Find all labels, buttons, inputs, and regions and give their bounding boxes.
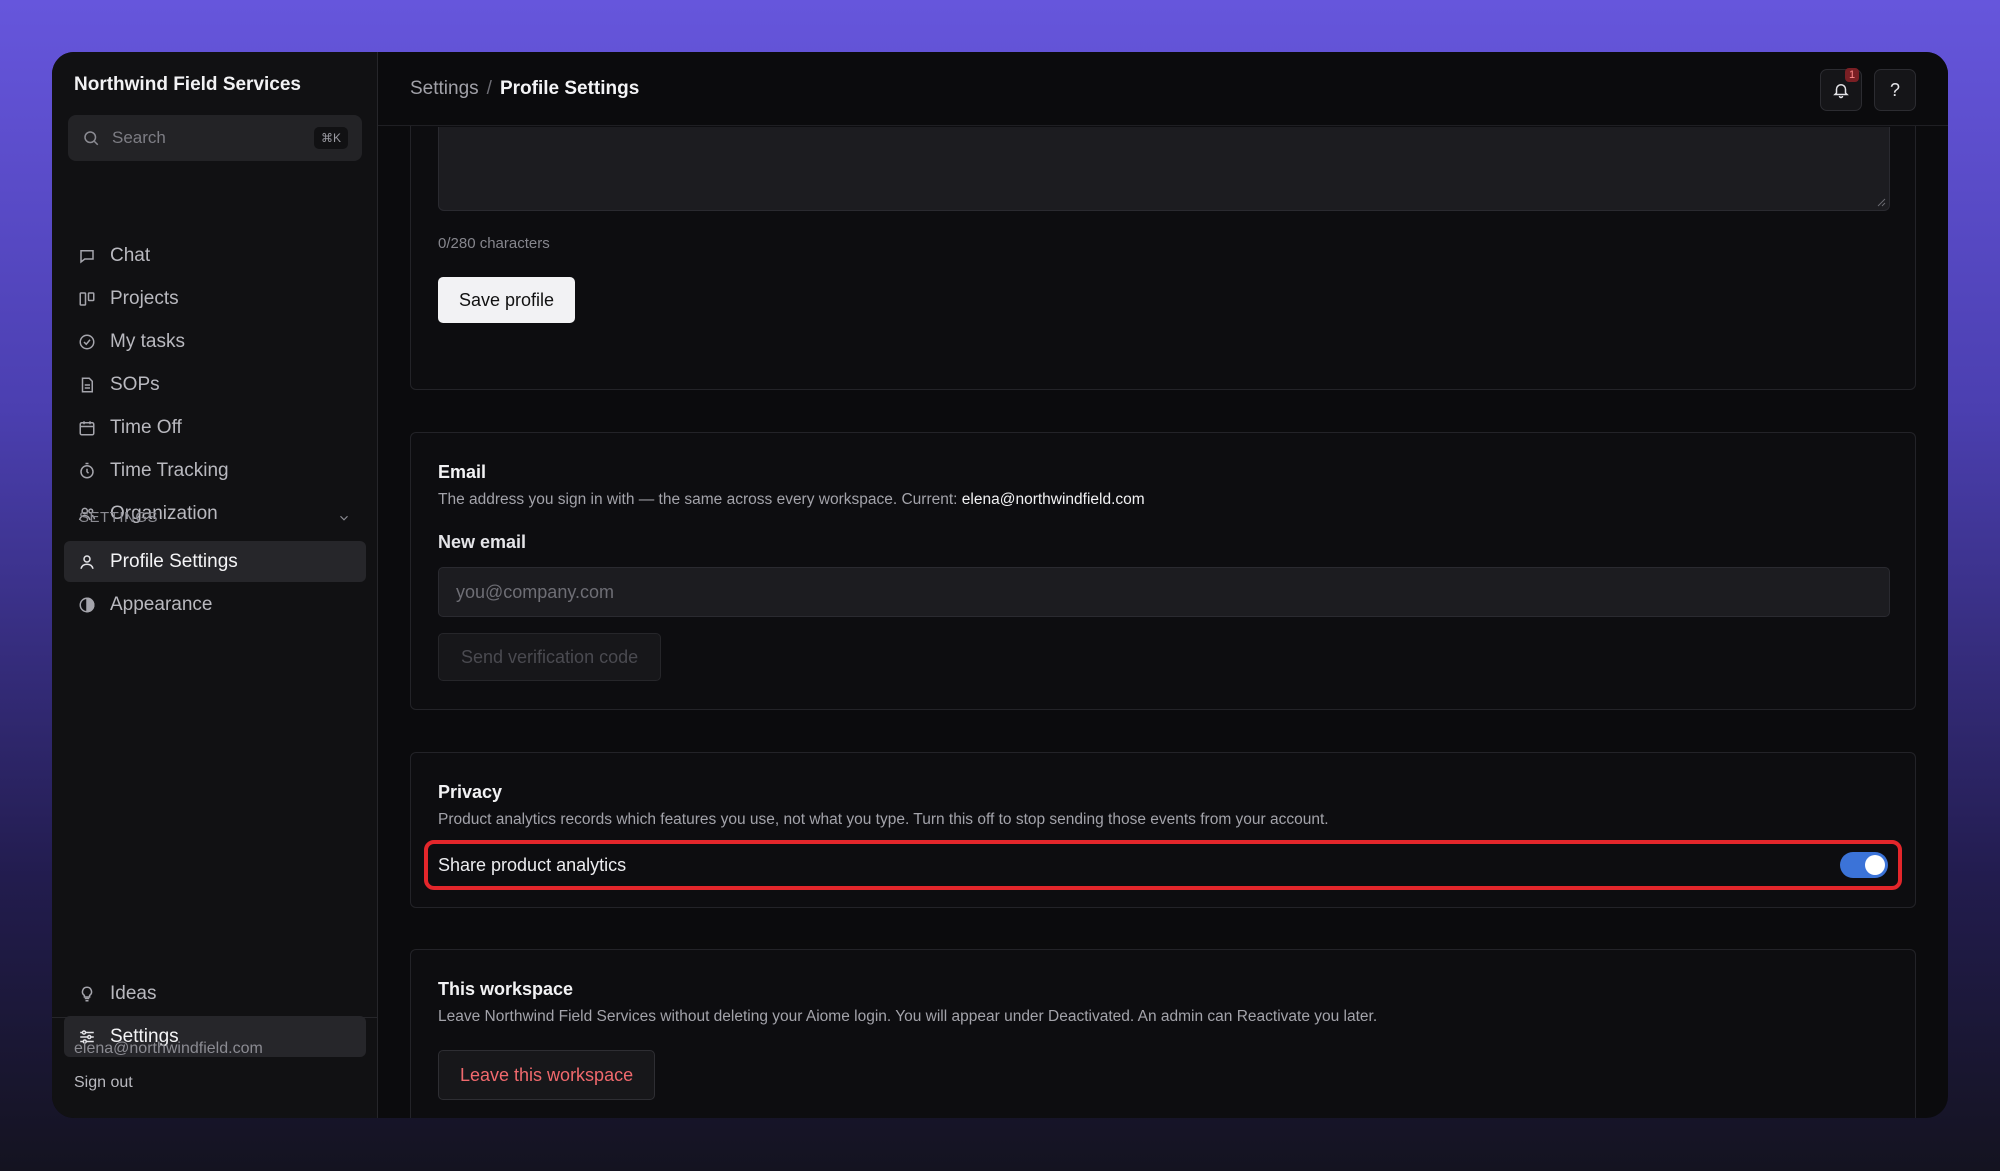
sidebar-item-label: Ideas — [110, 982, 157, 1004]
calendar-icon — [79, 420, 95, 435]
breadcrumb-separator: / — [486, 77, 492, 99]
contrast-icon — [79, 596, 95, 613]
check-circle-icon — [79, 334, 95, 349]
sidebar-item-time-off[interactable]: Time Off — [64, 407, 366, 448]
help-icon: ? — [1889, 79, 1900, 100]
workspace-card: This workspace Leave Northwind Field Ser… — [410, 949, 1916, 1118]
search-shortcut: ⌘K — [313, 127, 348, 149]
resize-handle-icon[interactable] — [1876, 197, 1886, 207]
settings-section-toggle[interactable]: SETTINGS — [79, 509, 351, 526]
sidebar-item-label: Chat — [110, 244, 151, 266]
breadcrumb-parent[interactable]: Settings — [410, 78, 479, 100]
search-placeholder: Search — [112, 128, 166, 147]
sidebar-item-label: Projects — [110, 287, 179, 309]
search-icon — [84, 131, 99, 146]
sidebar-item-appearance[interactable]: Appearance — [64, 584, 366, 625]
sidebar-item-time-tracking[interactable]: Time Tracking — [64, 450, 366, 491]
toggle-knob — [1865, 855, 1885, 875]
sidebar-item-ideas[interactable]: Ideas — [64, 973, 366, 1014]
save-profile-button[interactable]: Save profile — [438, 277, 576, 323]
sidebar-item-sops[interactable]: SOPs — [64, 364, 366, 405]
notification-badge: 1 — [1845, 68, 1859, 82]
lightbulb-icon — [81, 985, 93, 1001]
leave-workspace-button[interactable]: Leave this workspace — [438, 1050, 656, 1100]
sidebar-item-label: Time Off — [110, 416, 182, 438]
breadcrumb: Settings / Profile Settings — [410, 78, 639, 100]
workspace-description: Leave Northwind Field Services without d… — [438, 1008, 1378, 1025]
help-button[interactable]: ? — [1874, 69, 1916, 111]
chat-icon — [80, 249, 94, 264]
sidebar-item-label: Profile Settings — [110, 550, 238, 572]
page-title: Profile Settings — [499, 77, 640, 99]
topbar: Settings / Profile Settings 1 ? — [378, 52, 1948, 126]
privacy-title: Privacy — [438, 782, 503, 802]
sidebar-item-projects[interactable]: Projects — [64, 278, 366, 319]
settings-nav: Profile Settings Appearance — [64, 541, 366, 627]
app-window: Northwind Field Services Search ⌘K Chat … — [52, 52, 1948, 1118]
email-card: Email The address you sign in with — the… — [410, 432, 1916, 710]
analytics-toggle[interactable] — [1840, 852, 1888, 878]
top-actions: 1 ? — [1820, 68, 1916, 111]
sidebar-item-profile-settings[interactable]: Profile Settings — [64, 541, 366, 582]
sidebar-item-label: SOPs — [110, 373, 160, 395]
search-input[interactable]: Search ⌘K — [68, 115, 362, 161]
sidebar-item-label: Appearance — [110, 593, 213, 615]
bell-icon — [1833, 84, 1849, 99]
email-description: The address you sign in with — the same … — [438, 491, 1145, 509]
primary-nav: Chat Projects My tasks SOPs Time Off Tim… — [64, 235, 366, 536]
profile-card: 0/280 characters Save profile — [410, 106, 1916, 390]
stopwatch-icon — [80, 462, 94, 478]
org-name[interactable]: Northwind Field Services — [74, 74, 301, 96]
char-count: 0/280 characters — [438, 235, 550, 252]
analytics-toggle-label: Share product analytics — [438, 854, 627, 875]
user-icon — [80, 554, 94, 569]
new-email-input[interactable]: you@company.com — [438, 567, 1890, 617]
user-email: elena@northwindfield.com — [74, 1040, 263, 1057]
bio-textarea[interactable] — [438, 127, 1890, 211]
chevron-down-icon — [340, 515, 348, 521]
current-email: elena@northwindfield.com — [961, 491, 1145, 508]
sidebar-item-chat[interactable]: Chat — [64, 235, 366, 276]
new-email-label: New email — [438, 532, 527, 552]
notifications-button[interactable]: 1 — [1820, 68, 1862, 111]
projects-icon — [79, 291, 95, 306]
privacy-description: Product analytics records which features… — [438, 811, 1329, 828]
sidebar-item-label: My tasks — [110, 330, 185, 352]
document-icon — [81, 377, 93, 392]
new-email-placeholder: you@company.com — [456, 581, 615, 602]
main-content: Settings / Profile Settings 1 ? 0/280 ch… — [378, 52, 1948, 1118]
sidebar-item-label: Time Tracking — [110, 459, 229, 481]
settings-section-label: SETTINGS — [79, 509, 159, 526]
workspace-title: This workspace — [438, 979, 574, 999]
privacy-card: Privacy Product analytics records which … — [410, 752, 1916, 908]
email-title: Email — [438, 462, 487, 482]
analytics-toggle-row[interactable]: Share product analytics — [424, 840, 1902, 890]
sidebar-item-my-tasks[interactable]: My tasks — [64, 321, 366, 362]
send-verification-button[interactable]: Send verification code — [438, 633, 662, 681]
sign-out-link[interactable]: Sign out — [74, 1074, 355, 1092]
sidebar-footer: elena@northwindfield.com Sign out — [52, 1017, 377, 1118]
sidebar: Northwind Field Services Search ⌘K Chat … — [52, 52, 378, 1118]
email-description-text: The address you sign in with — the same … — [438, 491, 958, 508]
